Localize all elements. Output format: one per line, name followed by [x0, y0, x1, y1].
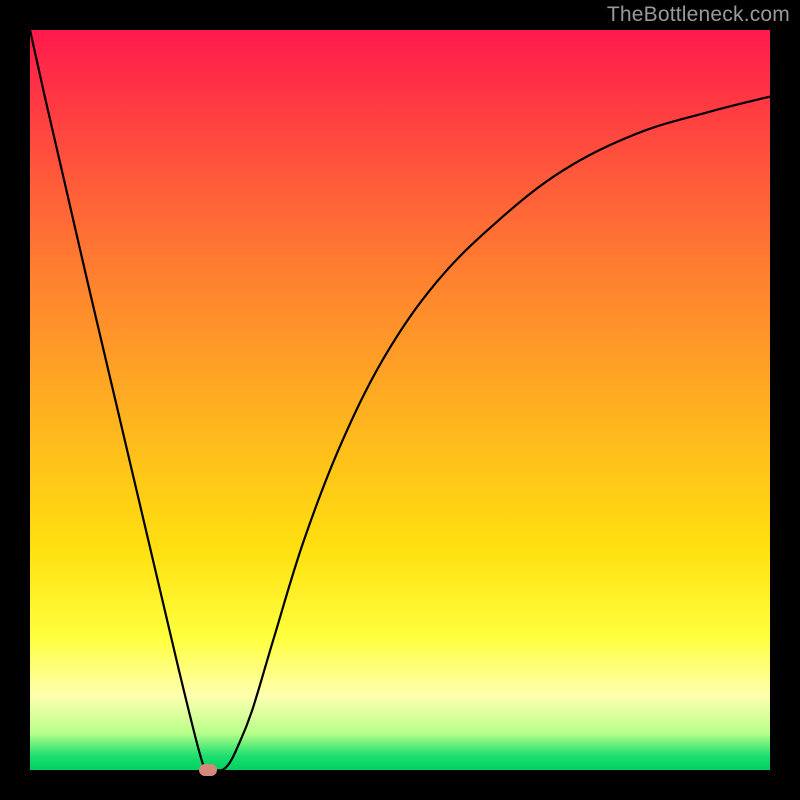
- watermark-text: TheBottleneck.com: [607, 3, 790, 27]
- plot-area: [30, 30, 770, 770]
- curve-svg: [30, 30, 770, 770]
- chart-frame: TheBottleneck.com: [0, 0, 800, 800]
- marker-dot: [199, 764, 217, 776]
- bottleneck-curve: [30, 30, 770, 770]
